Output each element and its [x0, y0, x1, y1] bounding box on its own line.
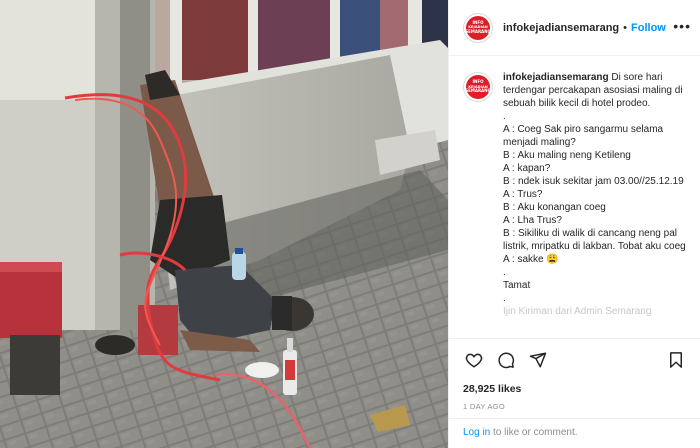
- caption-lines: Di sore hari terdengar percakapan asosia…: [503, 72, 687, 318]
- action-icons: [463, 347, 687, 373]
- caption-line: B : Aku maling neng Ketileng: [503, 150, 631, 161]
- caption-text: infokejadiansemarang Di sore hari terden…: [503, 71, 687, 338]
- caption-line: A : Trus?: [503, 189, 543, 200]
- brand-logo: INFO KEJADIAN SEMARANG: [465, 15, 491, 40]
- caption-line: A : Lha Trus?: [503, 215, 562, 226]
- post-side-panel: INFO KEJADIAN SEMARANG infokejadiansemaran…: [448, 0, 700, 448]
- caption-line: .: [503, 111, 506, 122]
- caption-line: Tamat: [503, 280, 531, 291]
- brand-logo: INFO KEJADIAN SEMARANG: [465, 75, 491, 99]
- logo-text-line: SEMARANG: [465, 28, 491, 34]
- heart-icon[interactable]: [463, 349, 485, 371]
- caption-line: A : sakke 😩: [503, 254, 559, 265]
- login-prompt: Log in to like or comment.: [449, 418, 700, 448]
- caption-line: .: [503, 293, 506, 304]
- logo-text: INFO KEJADIAN SEMARANG: [465, 79, 491, 94]
- caption-line: A : kapan?: [503, 163, 551, 174]
- caption-username[interactable]: infokejadiansemarang: [503, 72, 609, 83]
- header-separator: •: [623, 21, 628, 34]
- post-header: INFO KEJADIAN SEMARANG infokejadiansemaran…: [449, 0, 700, 56]
- logo-text-line: SEMARANG: [465, 88, 491, 94]
- likes-count[interactable]: 28,925 likes: [463, 383, 687, 395]
- caption-line: .: [503, 267, 506, 278]
- bookmark-icon[interactable]: [665, 349, 687, 371]
- logo-text: INFO KEJADIAN SEMARANG: [465, 20, 491, 34]
- photo-illustration: [0, 0, 448, 448]
- post-time[interactable]: 1 DAY AGO: [463, 402, 687, 411]
- caption-line: Ijin Kiriman dari Admin Semarang: [503, 306, 652, 317]
- post-photo[interactable]: [0, 0, 448, 448]
- caption-line: B : Sikiliku di walik di cancang neng pa…: [503, 228, 686, 252]
- follow-button[interactable]: Follow: [631, 22, 666, 34]
- login-suffix: to like or comment.: [490, 427, 578, 438]
- post-actions: 28,925 likes 1 DAY AGO: [449, 338, 700, 411]
- caption-section: INFO KEJADIAN SEMARANG infokejadiansemaran…: [449, 57, 700, 338]
- more-options-icon[interactable]: •••: [673, 19, 691, 33]
- share-icon[interactable]: [527, 349, 549, 371]
- caption-avatar[interactable]: INFO KEJADIAN SEMARANG: [463, 72, 493, 102]
- avatar[interactable]: INFO KEJADIAN SEMARANG: [463, 12, 493, 43]
- login-link[interactable]: Log in: [463, 427, 490, 438]
- caption-line: B : Aku konangan coeg: [503, 202, 606, 213]
- caption-line: B : ndek isuk sekitar jam 03.00//25.12.1…: [503, 176, 684, 187]
- comment-icon[interactable]: [495, 349, 517, 371]
- caption-line: A : Coeg Sak piro sangarmu selama menjad…: [503, 124, 666, 148]
- header-username[interactable]: infokejadiansemarang: [503, 22, 619, 34]
